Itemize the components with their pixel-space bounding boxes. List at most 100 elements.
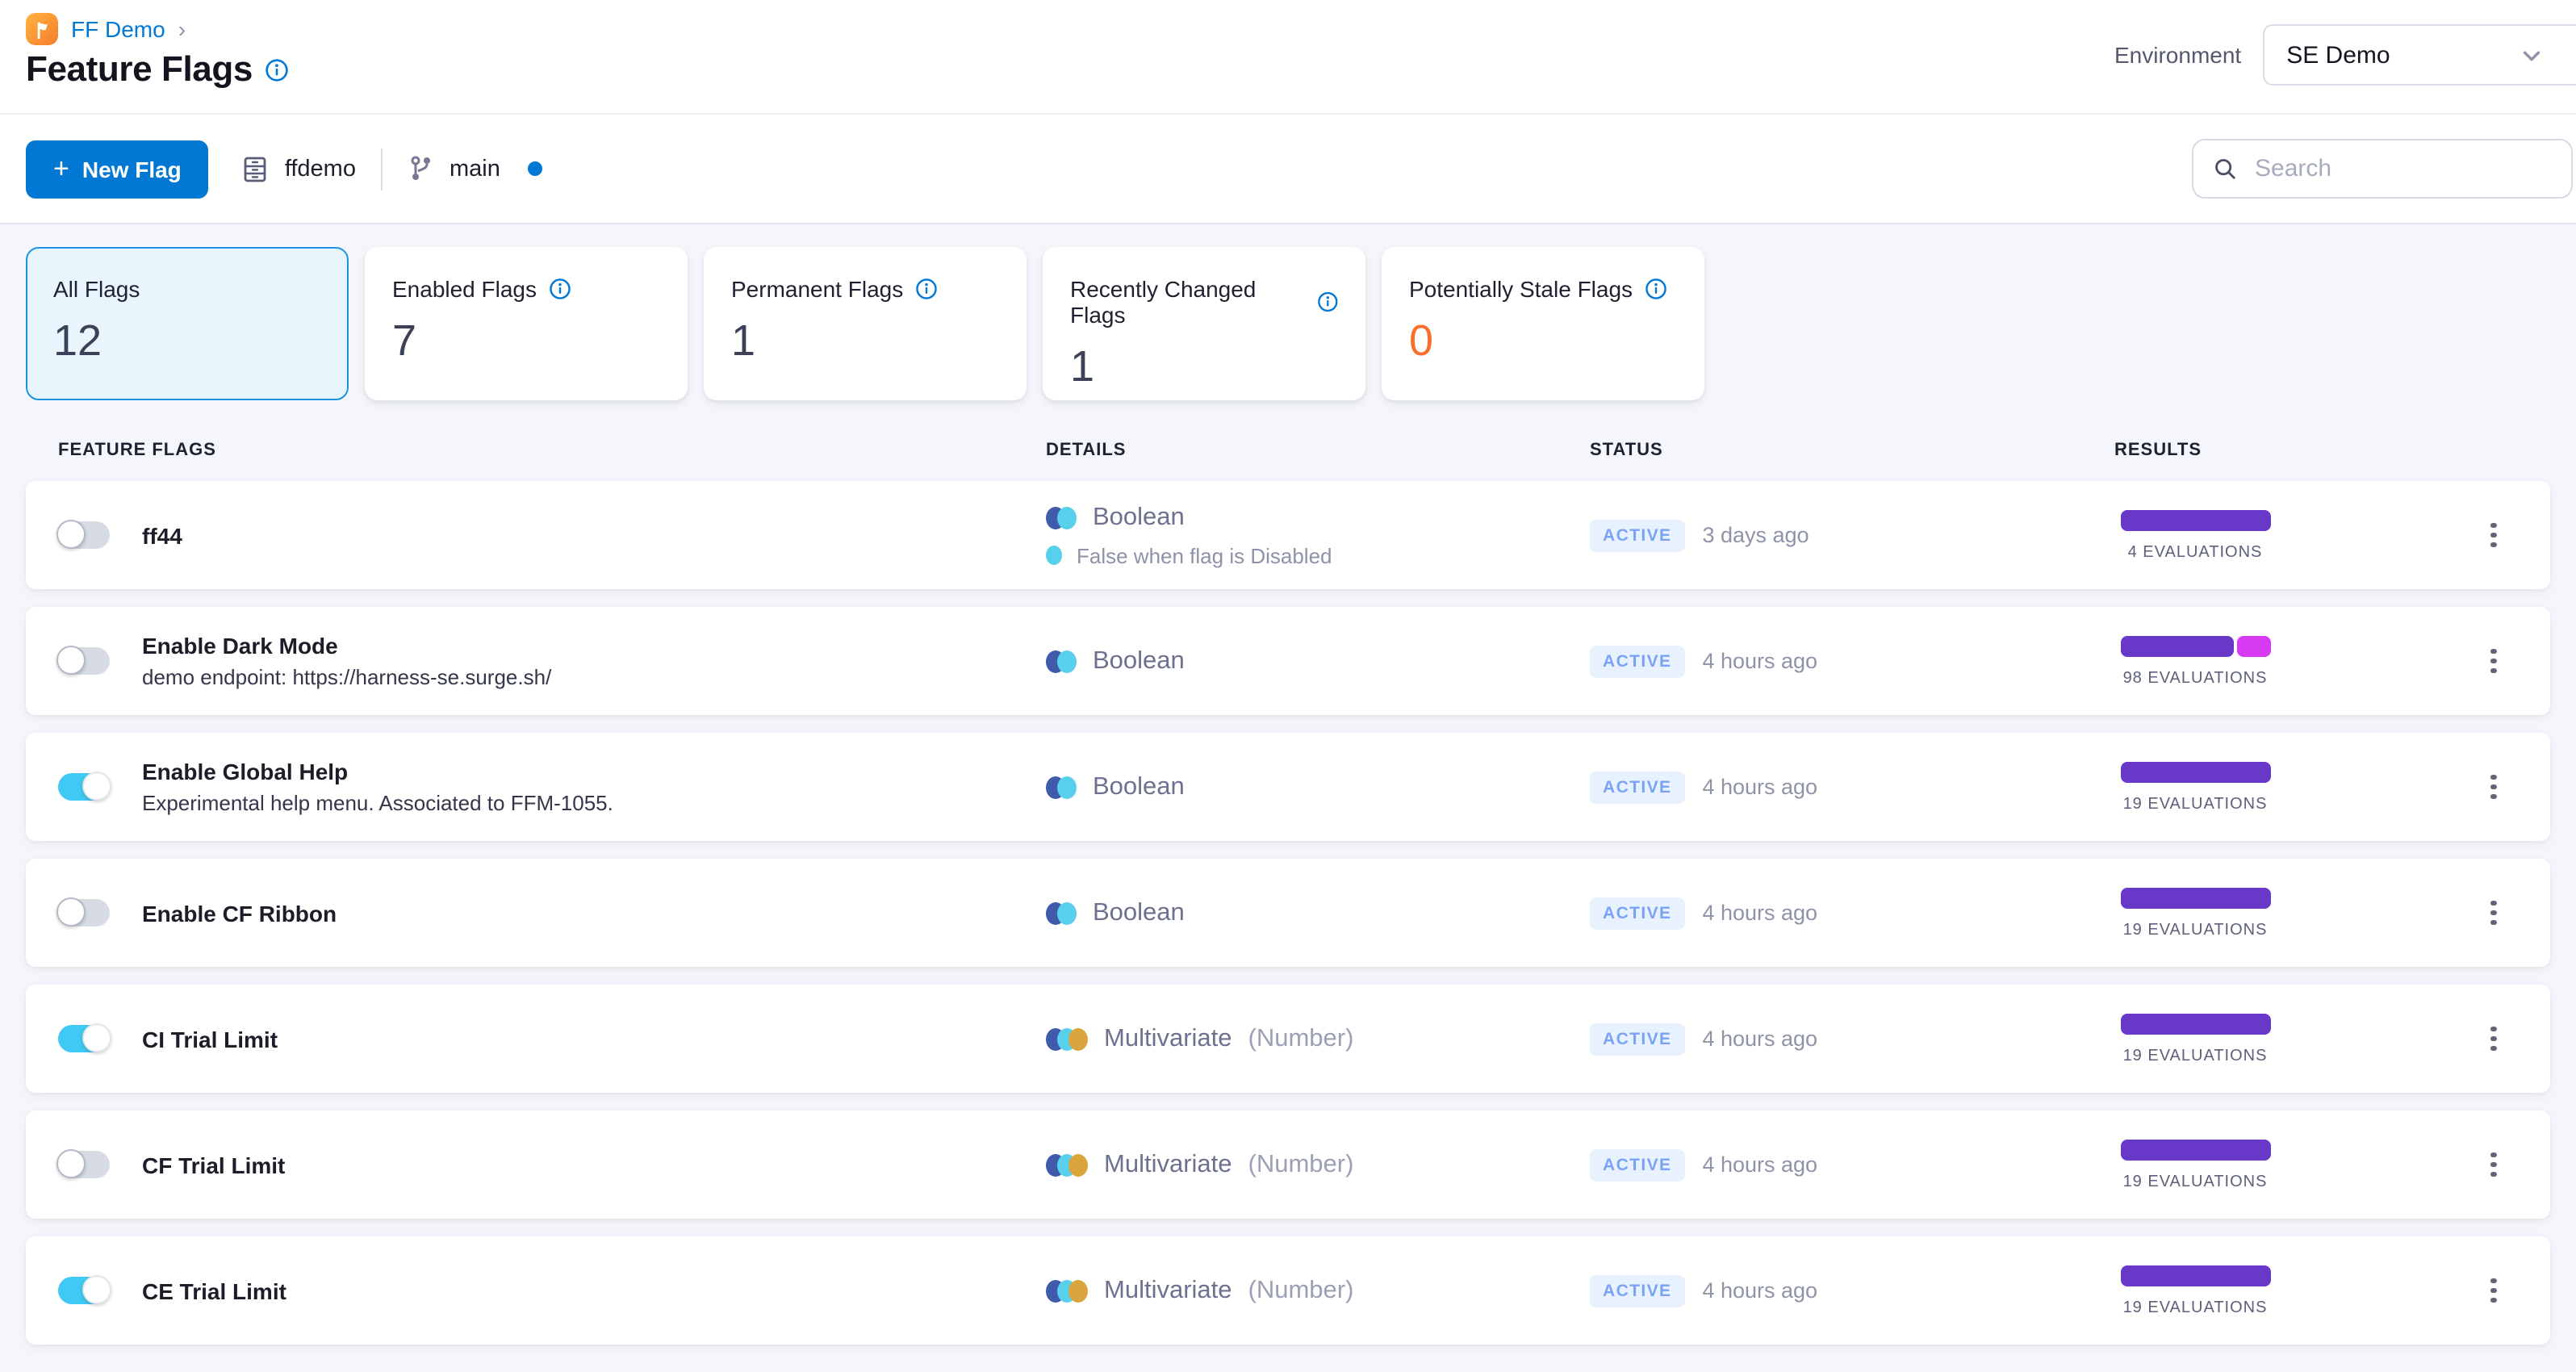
flag-toggle[interactable]	[56, 897, 110, 927]
row-menu-button[interactable]	[2479, 1020, 2508, 1058]
status-cell: ACTIVE 4 hours ago	[1590, 771, 2114, 803]
status-cell: ACTIVE 4 hours ago	[1590, 1023, 2114, 1055]
status-cell: ACTIVE 3 days ago	[1590, 519, 2114, 551]
new-flag-button[interactable]: + New Flag	[26, 140, 209, 198]
flag-description: demo endpoint: https://harness-se.surge.…	[142, 665, 552, 689]
row-menu-button[interactable]	[2479, 894, 2508, 932]
details-cell: Multivariate (Number)	[1046, 1150, 1590, 1179]
flag-description: Experimental help menu. Associated to FF…	[142, 791, 613, 815]
summary-card-permanent-flags[interactable]: Permanent Flags 1	[704, 247, 1027, 400]
last-modified: 4 hours ago	[1702, 901, 1818, 925]
environment-value: SE Demo	[2286, 41, 2390, 69]
flag-row-enable-cf-ribbon: Enable CF Ribbon Boolean ACTIVE 4 hours ago…	[26, 859, 2550, 967]
row-menu-button[interactable]	[2479, 517, 2508, 554]
flag-type-note: (Number)	[1248, 1276, 1354, 1303]
status-badge: ACTIVE	[1590, 771, 1685, 803]
results-cell: 19 EVALUATIONS	[2114, 1013, 2276, 1065]
search-input[interactable]	[2252, 153, 2552, 184]
flag-type-label: Multivariate	[1104, 1276, 1232, 1303]
summary-card-label: All Flags	[53, 276, 321, 302]
flag-name[interactable]: CE Trial Limit	[142, 1278, 286, 1303]
flag-name[interactable]: Enable CF Ribbon	[142, 900, 337, 926]
flag-type-label: Boolean	[1093, 772, 1185, 800]
flag-toggle[interactable]	[56, 1149, 110, 1178]
last-modified: 4 hours ago	[1702, 1152, 1818, 1177]
info-icon[interactable]	[914, 278, 937, 300]
evaluations-bar	[2120, 1265, 2270, 1286]
flag-toggle[interactable]	[58, 772, 111, 801]
search-box	[2192, 139, 2573, 199]
toggle-knob	[56, 646, 86, 675]
flag-name[interactable]: Enable Dark Mode	[142, 633, 551, 659]
info-icon[interactable]	[1644, 278, 1666, 300]
evaluations-label: 4 EVALUATIONS	[2127, 543, 2263, 561]
details-cell: Boolean False when flag is Disabled	[1046, 503, 1590, 567]
summary-card-label-text: All Flags	[53, 276, 140, 302]
summary-card-potentially-stale-flags[interactable]: Potentially Stale Flags 0	[1382, 247, 1704, 400]
summary-card-enabled-flags[interactable]: Enabled Flags 7	[365, 247, 688, 400]
flag-row-ff44: ff44 Boolean False when flag is Disabled AC…	[26, 481, 2550, 589]
results-cell: 19 EVALUATIONS	[2114, 1265, 2276, 1316]
breadcrumb-project-link[interactable]: FF Demo	[71, 16, 165, 42]
flag-type: Multivariate (Number)	[1046, 1150, 1590, 1179]
row-menu-button[interactable]	[2479, 1146, 2508, 1184]
flag-toggle[interactable]	[56, 520, 110, 549]
row-menu-button[interactable]	[2479, 1272, 2508, 1310]
chevron-down-icon	[2523, 51, 2540, 61]
page-title: Feature Flags	[26, 48, 253, 89]
toggle-knob	[56, 520, 86, 549]
evaluations-bar	[2120, 635, 2270, 656]
summary-card-label: Enabled Flags	[392, 276, 660, 302]
info-icon[interactable]	[1316, 291, 1338, 313]
toggle-knob	[82, 1023, 111, 1052]
flag-row-ce-trial-limit: CE Trial Limit Multivariate (Number) ACTIVE…	[26, 1236, 2550, 1345]
summary-card-value: 0	[1409, 316, 1434, 365]
summary-card-all-flags[interactable]: All Flags 12	[26, 247, 349, 400]
flag-row-ci-trial-limit: CI Trial Limit Multivariate (Number) ACTIVE…	[26, 985, 2550, 1093]
branch-selector[interactable]: main	[409, 155, 542, 182]
flag-name[interactable]: CF Trial Limit	[142, 1152, 285, 1177]
evaluations-label: 19 EVALUATIONS	[2122, 1173, 2268, 1190]
info-icon[interactable]	[548, 278, 571, 300]
summary-card-value: 12	[53, 316, 102, 365]
flag-name[interactable]: CI Trial Limit	[142, 1026, 278, 1052]
flag-type-label: Multivariate	[1104, 1024, 1232, 1052]
evaluations-bar	[2120, 887, 2270, 908]
evaluations-label: 19 EVALUATIONS	[2122, 1299, 2268, 1316]
repo-selector[interactable]: ffdemo	[241, 154, 356, 183]
column-feature-flags: FEATURE FLAGS	[58, 441, 216, 460]
repo-name: ffdemo	[284, 156, 356, 182]
type-circle	[1057, 650, 1077, 672]
status-badge: ACTIVE	[1590, 1274, 1685, 1307]
evaluations-bar	[2120, 509, 2270, 530]
status-badge: ACTIVE	[1590, 645, 1685, 677]
summary-card-label-text: Potentially Stale Flags	[1409, 276, 1633, 302]
flags-toolbar: + New Flag ffdemo main	[0, 115, 2576, 224]
flag-toggle[interactable]	[58, 1023, 111, 1052]
flag-toggle[interactable]	[56, 646, 110, 675]
summary-card-value: 1	[1070, 342, 1095, 391]
summary-card-recently-changed-flags[interactable]: Recently Changed Flags 1	[1043, 247, 1365, 400]
off-variation-dot	[1046, 546, 1062, 565]
table-header: FEATURE FLAGS DETAILS STATUS RESULTS	[26, 441, 2550, 460]
environment-label: Environment	[2114, 42, 2242, 68]
evaluations-bar-segment	[2120, 635, 2233, 656]
flag-name[interactable]: ff44	[142, 522, 182, 548]
environment-select[interactable]: SE Demo	[2262, 24, 2576, 86]
toolbar-divider	[381, 148, 383, 190]
flag-type: Boolean	[1046, 772, 1590, 801]
flag-name[interactable]: Enable Global Help	[142, 759, 613, 784]
row-menu-button[interactable]	[2479, 768, 2508, 806]
git-branch-icon	[412, 156, 431, 180]
flags-table: ff44 Boolean False when flag is Disabled AC…	[26, 481, 2550, 1345]
flag-name-block: Enable Global Help Experimental help menu…	[142, 759, 613, 815]
flag-row-enable-dark-mode: Enable Dark Mode demo endpoint: https://h…	[26, 607, 2550, 715]
type-circle	[1057, 776, 1077, 798]
column-results: RESULTS	[2114, 441, 2202, 460]
plus-icon: +	[53, 153, 69, 184]
title-info-icon[interactable]	[266, 57, 290, 82]
flag-toggle[interactable]	[58, 1275, 111, 1304]
flag-name-block: CI Trial Limit	[142, 1026, 278, 1052]
row-menu-button[interactable]	[2479, 642, 2508, 680]
type-circle	[1057, 506, 1077, 529]
